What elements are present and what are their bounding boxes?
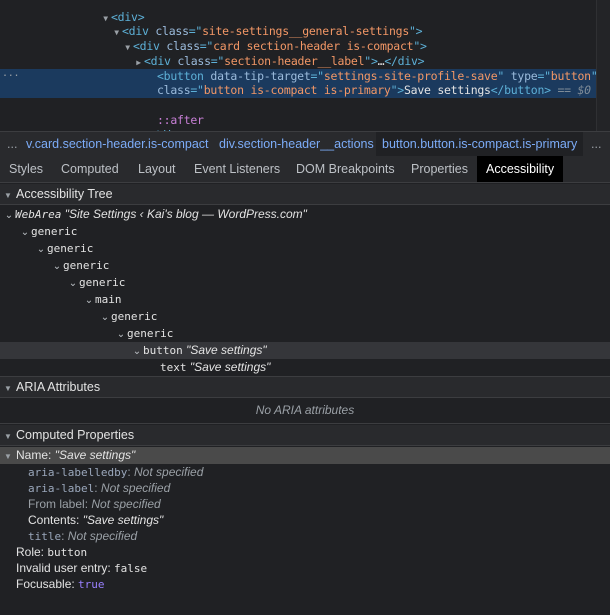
computed-focusable: Focusable: true — [16, 577, 105, 591]
chevron-down-icon[interactable]: ⌄ — [35, 241, 47, 258]
computed-name-row[interactable]: ▼ Name: "Save settings" — [0, 447, 610, 464]
section-computed-properties[interactable]: ▼ Computed Properties — [0, 425, 610, 446]
breadcrumb-scroll-left[interactable]: ... — [7, 132, 17, 156]
chevron-down-icon[interactable]: ⌄ — [131, 343, 143, 360]
breadcrumb-scroll-right[interactable]: ... — [591, 132, 601, 156]
ax-node-text[interactable]: text "Save settings" — [0, 359, 610, 376]
name-source-aria-label: aria-label: Not specified — [28, 481, 171, 495]
tab-accessibility[interactable]: Accessibility — [477, 156, 563, 182]
name-source-title: title: Not specified — [28, 529, 138, 543]
ax-node-button[interactable]: ⌄ button "Save settings" — [0, 342, 610, 359]
section-accessibility-tree[interactable]: ▼ Accessibility Tree — [0, 184, 610, 205]
tab-dom-breakpoints[interactable]: DOM Breakpoints — [287, 156, 404, 182]
collapse-triangle-icon: ▼ — [4, 384, 12, 393]
sidebar-tabs: Styles Computed Layout Event Listeners D… — [0, 156, 610, 183]
chevron-down-icon[interactable]: ⌄ — [51, 258, 63, 275]
dom-node-card-section-header[interactable]: ▼ <div class="card section-header is-comp… — [0, 24, 597, 53]
chevron-down-icon[interactable]: ⌄ — [115, 326, 127, 343]
more-options-icon[interactable]: ... — [2, 66, 20, 81]
ax-node-webarea[interactable]: ⌄ WebArea "Site Settings ‹ Kai's blog — W… — [0, 206, 610, 223]
collapse-triangle-icon: ▼ — [4, 191, 12, 200]
collapse-triangle-icon: ▼ — [4, 432, 12, 441]
chevron-down-icon[interactable]: ⌄ — [67, 275, 79, 292]
breadcrumb-item-card-section-header[interactable]: v.card.section-header.is-compact — [20, 132, 215, 156]
ax-node-generic[interactable]: ⌄ generic — [0, 274, 610, 291]
tab-styles[interactable]: Styles — [0, 156, 52, 182]
computed-invalid-user-entry: Invalid user entry: false — [16, 561, 148, 575]
ax-node-generic[interactable]: ⌄ generic — [0, 325, 610, 342]
dom-node-section-header-label[interactable]: ▶ <div class="section-header__label">…</d… — [0, 39, 597, 68]
breadcrumb: ... v.card.section-header.is-compact div… — [0, 131, 610, 157]
elements-dom-tree[interactable]: ▼ <div> ▼ <div class="site-settings__gener… — [0, 0, 610, 131]
chevron-down-icon[interactable]: ⌄ — [3, 207, 15, 224]
chevron-down-icon[interactable]: ⌄ — [99, 309, 111, 326]
section-aria-attributes[interactable]: ▼ ARIA Attributes — [0, 377, 610, 398]
dom-node-selected-button[interactable]: ... <button data-tip-target="settings-si… — [0, 66, 598, 98]
tab-event-listeners[interactable]: Event Listeners — [185, 156, 289, 182]
tab-computed[interactable]: Computed — [52, 156, 128, 182]
ax-node-generic[interactable]: ⌄ generic — [0, 257, 610, 274]
collapse-triangle-icon[interactable]: ▼ — [4, 448, 16, 465]
ax-node-generic[interactable]: ⌄ generic — [0, 240, 610, 257]
console-reference-marker: == $0 — [550, 83, 591, 97]
breadcrumb-item-section-header-actions[interactable]: div.section-header__actions — [213, 132, 380, 156]
ax-node-main[interactable]: ⌄ main — [0, 291, 610, 308]
breadcrumb-item-button[interactable]: button.button.is-compact.is-primary — [376, 132, 584, 156]
dom-node-section-header-actions[interactable]: ▼<div class="section-header__actions"> — [0, 54, 597, 83]
dom-node-close-div[interactable]: </div> — [0, 113, 597, 131]
ax-node-generic[interactable]: ⌄ generic — [0, 223, 610, 240]
name-source-contents: Contents: "Save settings" — [28, 513, 164, 527]
chevron-down-icon[interactable]: ⌄ — [83, 292, 95, 309]
tab-properties[interactable]: Properties — [402, 156, 477, 182]
aria-attributes-empty-message: No ARIA attributes — [0, 397, 610, 424]
name-source-aria-labelledby: aria-labelledby: Not specified — [28, 465, 204, 479]
computed-role: Role: button — [16, 545, 88, 559]
dom-node-after-pseudo[interactable]: ::after — [0, 98, 597, 127]
dom-node-general-settings[interactable]: ▼ <div class="site-settings__general-sett… — [0, 9, 597, 38]
tab-layout[interactable]: Layout — [129, 156, 185, 182]
ax-node-generic[interactable]: ⌄ generic — [0, 308, 610, 325]
dom-tree-scrollbar[interactable] — [596, 0, 610, 131]
chevron-down-icon[interactable]: ⌄ — [19, 224, 31, 241]
name-source-from-label: From label: Not specified — [28, 497, 161, 511]
